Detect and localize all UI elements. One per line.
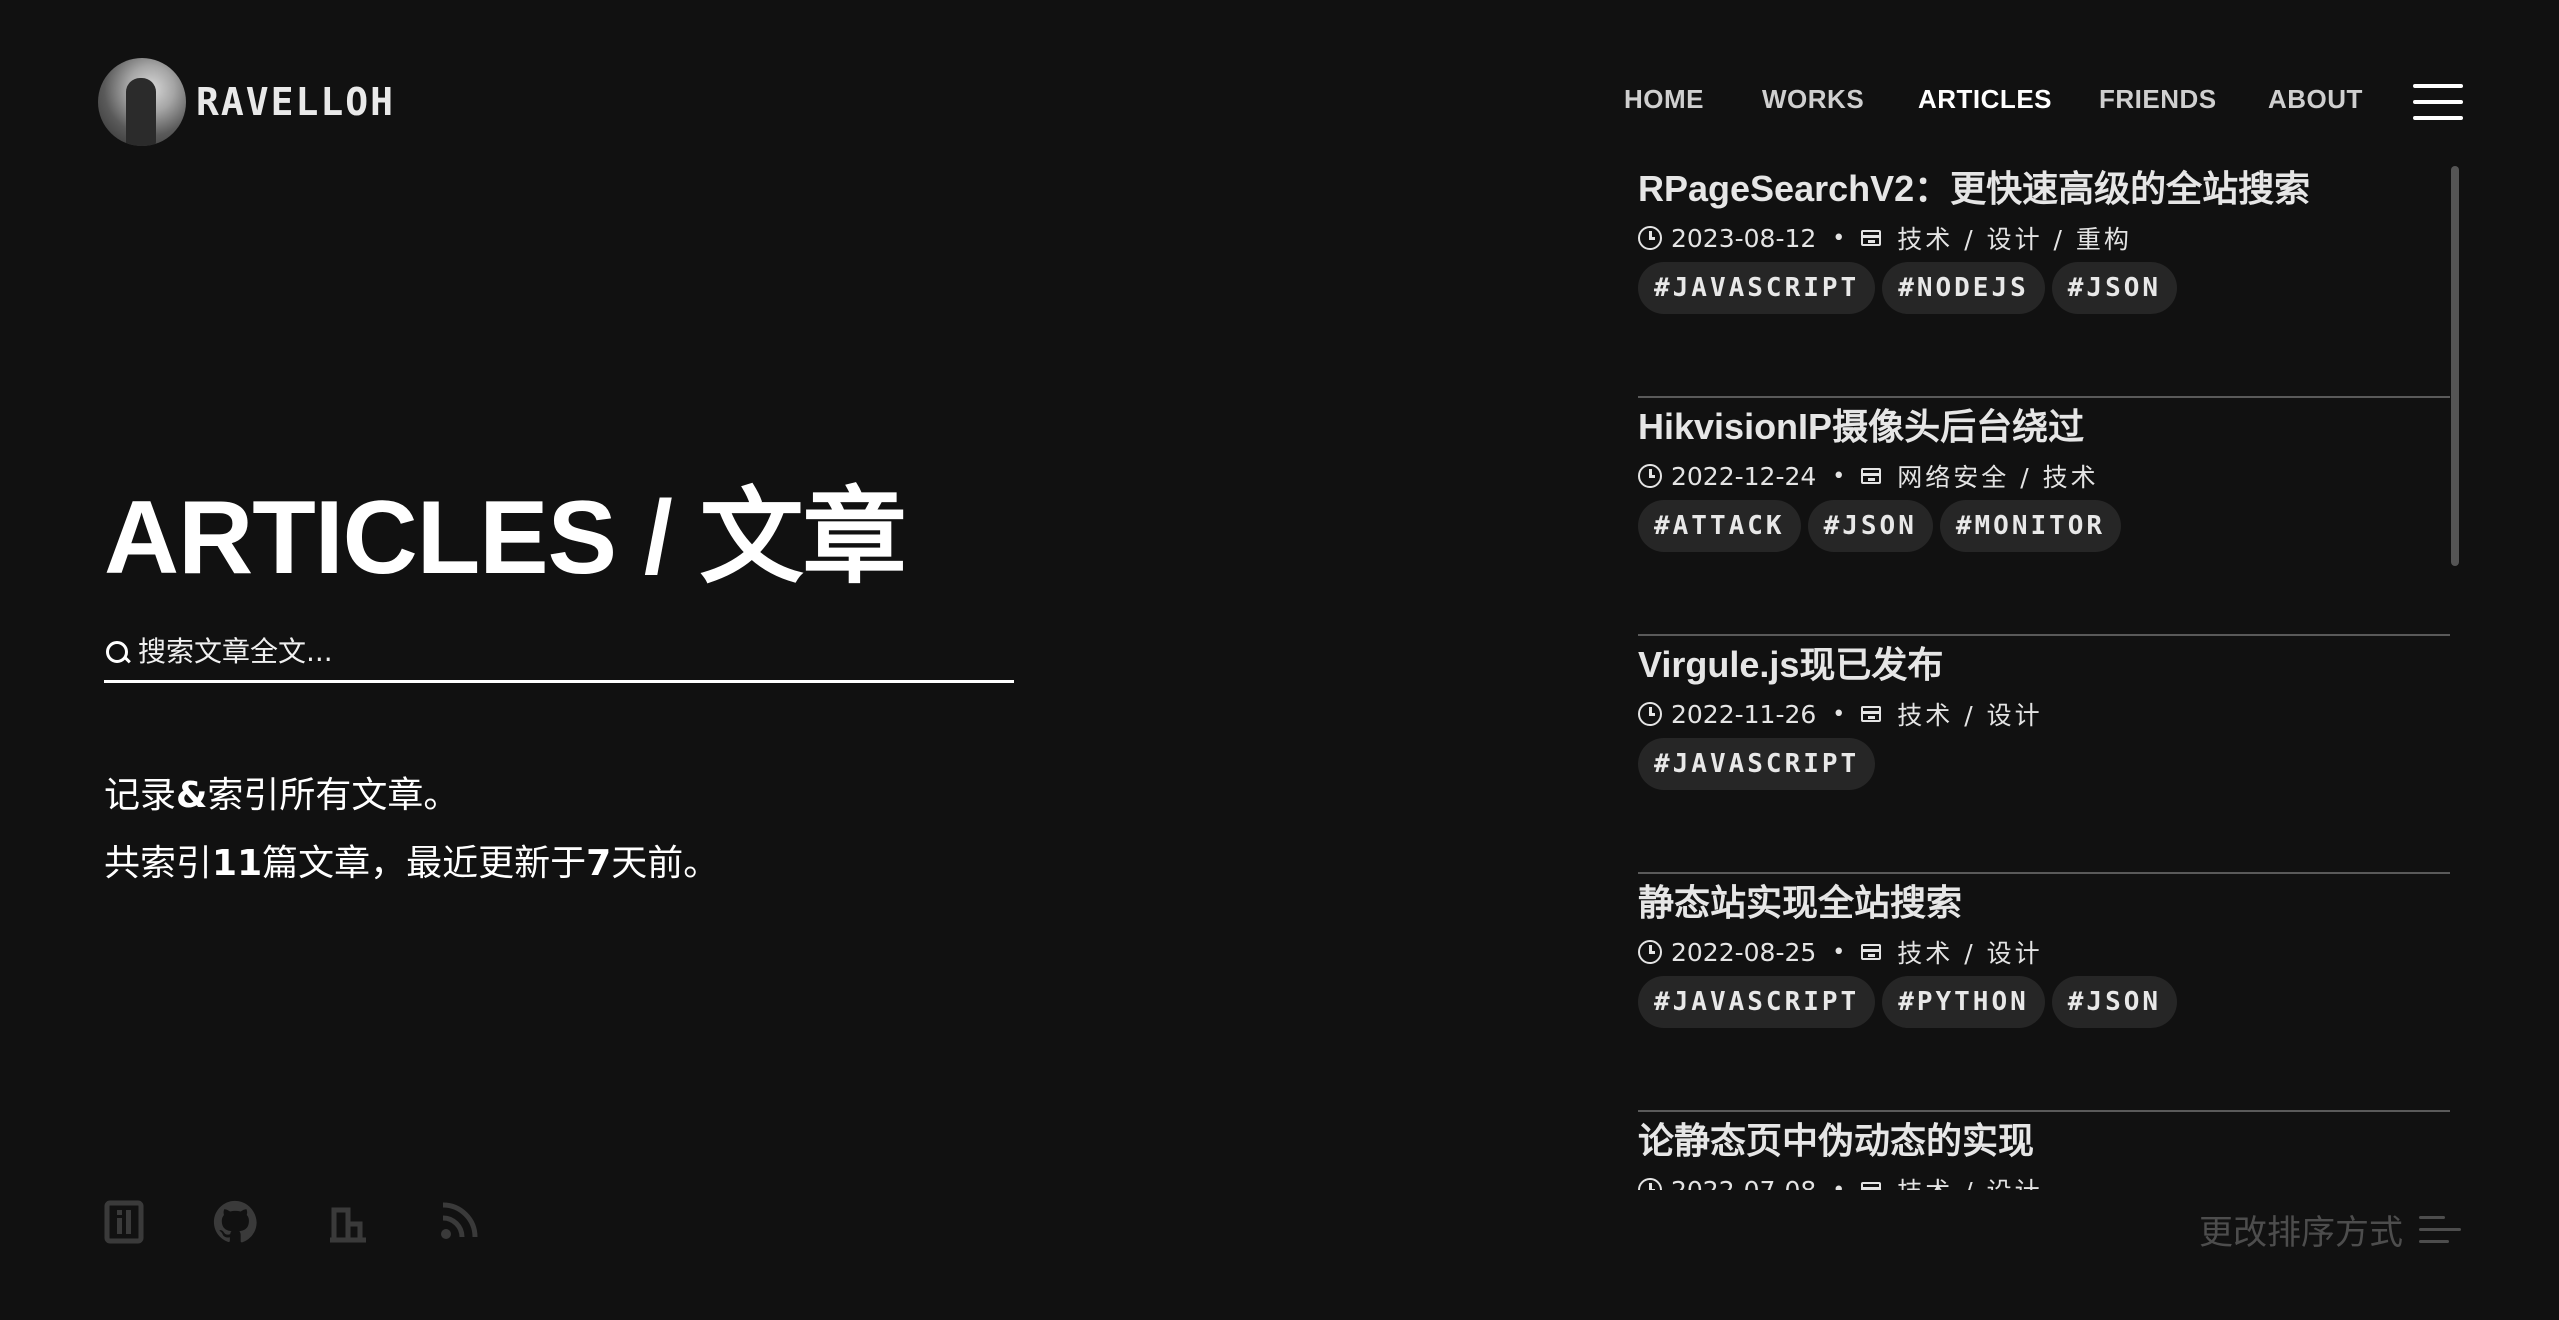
article-title[interactable]: HikvisionIP摄像头后台绕过 [1638,398,2084,450]
article-tags: #JAVASCRIPT [1638,738,1882,790]
sort-button[interactable]: 更改排序方式 [2199,1205,2461,1254]
article-tags: #JAVASCRIPT #PYTHON #JSON [1638,976,2184,1028]
meta-separator: • [1832,463,1846,489]
main-nav: HOME WORKS ARTICLES FRIENDS ABOUT [0,84,2559,124]
article-item[interactable]: RPageSearchV2：更快速高级的全站搜索 2023-08-12 • 技术… [1638,160,2450,398]
article-item[interactable]: Virgule.js现已发布 2022-11-26 • 技术 / 设计 #JAV… [1638,636,2450,874]
nav-friends[interactable]: FRIENDS [2099,84,2217,115]
search-bar [104,622,1014,683]
category-icon [1861,468,1882,484]
clock-icon [1638,464,1662,488]
article-categories: 技术 / 设计 / 重构 [1897,225,2132,254]
article-date: 2023-08-12 [1671,223,1817,253]
nav-home[interactable]: HOME [1624,84,1704,115]
article-item[interactable]: 论静态页中伪动态的实现 2022-07-08 • 技术 / 设计 [1638,1112,2450,1190]
info-card-icon[interactable] [104,1200,144,1250]
rss-icon[interactable] [440,1200,480,1250]
meta-separator: • [1832,939,1846,965]
tag[interactable]: #JAVASCRIPT [1638,976,1876,1028]
article-meta: 2022-11-26 • 技术 / 设计 [1638,696,2043,732]
clock-icon [1638,1178,1662,1190]
nav-about[interactable]: ABOUT [2268,84,2363,115]
article-title[interactable]: 论静态页中伪动态的实现 [1638,1112,2034,1164]
days-since-update: 7 [586,843,612,884]
article-meta: 2022-07-08 • 技术 / 设计 [1638,1172,2043,1190]
hamburger-menu-icon[interactable] [2413,84,2463,120]
search-input[interactable] [138,634,1014,668]
article-date: 2022-08-25 [1671,937,1817,967]
article-item[interactable]: 静态站实现全站搜索 2022-08-25 • 技术 / 设计 #JAVASCRI… [1638,874,2450,1112]
article-meta: 2023-08-12 • 技术 / 设计 / 重构 [1638,220,2132,256]
article-tags: #ATTACK #JSON #MONITOR [1638,500,2128,552]
clock-icon [1638,940,1662,964]
clock-icon [1638,702,1662,726]
meta-separator: • [1832,1177,1846,1191]
tag[interactable]: #PYTHON [1882,976,2045,1028]
category-icon [1861,230,1882,246]
category-icon [1861,944,1882,960]
article-date: 2022-07-08 [1671,1175,1817,1191]
article-categories: 网络安全 / 技术 [1897,463,2099,492]
tag[interactable]: #JAVASCRIPT [1638,262,1876,314]
tag[interactable]: #NODEJS [1882,262,2045,314]
article-meta: 2022-08-25 • 技术 / 设计 [1638,934,2043,970]
article-tags: #JAVASCRIPT #NODEJS #JSON [1638,262,2184,314]
github-icon[interactable] [213,1200,257,1250]
tag[interactable]: #MONITOR [1939,500,2122,552]
article-summary: 记录&索引所有文章。 共索引11篇文章，最近更新于7天前。 [104,762,719,898]
article-date: 2022-12-24 [1671,461,1817,491]
article-count: 11 [212,843,263,884]
article-categories: 技术 / 设计 [1897,701,2043,730]
summary-line-2: 共索引11篇文章，最近更新于7天前。 [104,843,720,884]
page-title: ARTICLES / 文章 [104,480,907,596]
tag[interactable]: #JSON [2051,262,2178,314]
article-title[interactable]: 静态站实现全站搜索 [1638,874,1962,926]
article-categories: 技术 / 设计 [1897,939,2043,968]
category-icon [1861,1182,1882,1190]
meta-separator: • [1832,225,1846,251]
summary-line-1: 记录&索引所有文章。 [104,775,460,816]
category-icon [1861,706,1882,722]
article-categories: 技术 / 设计 [1897,1172,2042,1190]
bank-icon[interactable] [326,1200,370,1250]
article-title[interactable]: Virgule.js现已发布 [1638,636,1943,688]
article-list: RPageSearchV2：更快速高级的全站搜索 2023-08-12 • 技术… [1638,160,2450,1190]
nav-works[interactable]: WORKS [1762,84,1864,115]
article-item[interactable]: HikvisionIP摄像头后台绕过 2022-12-24 • 网络安全 / 技… [1638,398,2450,636]
tag[interactable]: #JSON [2051,976,2178,1028]
article-date: 2022-11-26 [1671,699,1817,729]
sort-label: 更改排序方式 [2199,1213,2403,1253]
meta-separator: • [1832,701,1846,727]
clock-icon [1638,226,1662,250]
tag[interactable]: #JSON [1807,500,1933,552]
search-icon [104,640,130,666]
tag[interactable]: #ATTACK [1638,500,1801,552]
list-scrollbar[interactable] [2451,166,2459,566]
article-title[interactable]: RPageSearchV2：更快速高级的全站搜索 [1638,160,2310,212]
sort-lines-icon [2419,1212,2461,1248]
tag[interactable]: #JAVASCRIPT [1638,738,1876,790]
article-meta: 2022-12-24 • 网络安全 / 技术 [1638,458,2099,494]
nav-articles[interactable]: ARTICLES [1918,84,2052,115]
